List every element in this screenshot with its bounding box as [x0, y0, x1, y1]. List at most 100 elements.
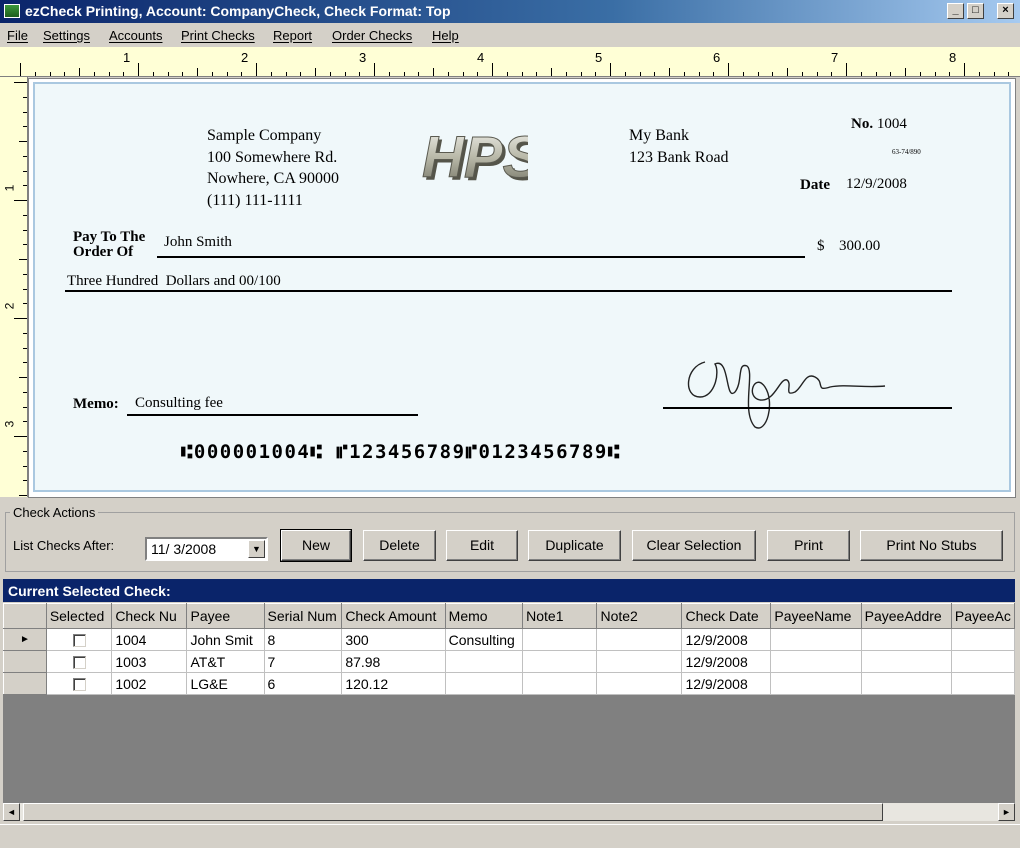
- check-actions-title: Check Actions: [10, 505, 99, 520]
- menu-order-checks[interactable]: Order Checks: [332, 28, 412, 43]
- cell-note1[interactable]: [522, 628, 598, 651]
- cell-payee-ac[interactable]: [951, 628, 1015, 651]
- duplicate-button[interactable]: Duplicate: [528, 530, 621, 561]
- company-street: 100 Somewhere Rd.: [207, 148, 338, 166]
- cell-date[interactable]: 12/9/2008: [681, 650, 772, 673]
- table-row[interactable]: 1003 AT&T 7 87.98 12/9/2008: [3, 650, 1015, 673]
- header-row: Selected Check Nu Payee Serial Num Check…: [3, 603, 1015, 629]
- column-header-selected[interactable]: Selected: [45, 603, 113, 629]
- edit-button[interactable]: Edit: [446, 530, 518, 561]
- ruler-tick: [14, 82, 27, 83]
- cell-payee-ac[interactable]: [951, 672, 1015, 695]
- scroll-right-icon[interactable]: ►: [998, 803, 1015, 821]
- cell-note2[interactable]: [596, 672, 683, 695]
- column-header-payee-ac[interactable]: PayeeAc: [950, 603, 1015, 629]
- row-indicator[interactable]: [3, 672, 47, 695]
- chevron-down-icon[interactable]: ▼: [248, 540, 265, 558]
- column-header-check-amount[interactable]: Check Amount: [341, 603, 446, 629]
- horizontal-scrollbar[interactable]: ◄ ►: [3, 803, 1015, 821]
- cell-check-num[interactable]: 1003: [111, 650, 188, 673]
- cell-payee-addr[interactable]: [861, 650, 952, 673]
- menu-print-checks[interactable]: Print Checks: [181, 28, 255, 43]
- row-select-checkbox[interactable]: [72, 656, 86, 670]
- cell-date[interactable]: 12/9/2008: [681, 628, 772, 651]
- row-indicator[interactable]: ►: [3, 628, 47, 651]
- ruler-tick: [49, 72, 51, 76]
- column-header-note2[interactable]: Note2: [596, 603, 683, 629]
- column-header-payee-addr[interactable]: PayeeAddre: [860, 603, 952, 629]
- column-header-serial-num[interactable]: Serial Num: [263, 603, 343, 629]
- cell-note1[interactable]: [522, 650, 598, 673]
- clear-selection-button[interactable]: Clear Selection: [632, 530, 756, 561]
- menu-file[interactable]: File: [7, 28, 28, 43]
- cell-payee-name[interactable]: [770, 628, 862, 651]
- ruler-tick: [374, 63, 375, 76]
- menu-accounts[interactable]: Accounts: [109, 28, 162, 43]
- table-row[interactable]: ► 1004 John Smit 8 300 Consulting 12/9/2…: [3, 628, 1015, 651]
- ruler-tick: [241, 72, 243, 76]
- cell-payee[interactable]: LG&E: [186, 672, 265, 695]
- cell-payee[interactable]: John Smit: [186, 628, 265, 651]
- cell-note2[interactable]: [596, 628, 683, 651]
- cell-memo[interactable]: Consulting: [445, 628, 524, 651]
- cell-payee-name[interactable]: [770, 650, 862, 673]
- cell-note2[interactable]: [596, 650, 683, 673]
- ruler-label: 8: [949, 50, 957, 65]
- ruler-tick: [860, 72, 862, 76]
- cell-memo[interactable]: [445, 672, 524, 695]
- company-logo: HPS HPS: [418, 121, 545, 194]
- scroll-thumb[interactable]: [23, 803, 883, 821]
- cell-memo[interactable]: [445, 650, 524, 673]
- cell-payee-name[interactable]: [770, 672, 862, 695]
- cell-check-num[interactable]: 1002: [111, 672, 188, 695]
- title-bar: ezCheck Printing, Account: CompanyCheck,…: [0, 0, 1020, 23]
- ruler-tick: [14, 318, 27, 319]
- row-select-checkbox[interactable]: [72, 634, 86, 648]
- print-no-stubs-button[interactable]: Print No Stubs: [860, 530, 1003, 561]
- ruler-tick: [64, 72, 66, 76]
- print-button[interactable]: Print: [767, 530, 850, 561]
- row-indicator[interactable]: [3, 650, 47, 673]
- column-header-payee-name[interactable]: PayeeName: [770, 603, 862, 629]
- cell-payee[interactable]: AT&T: [186, 650, 265, 673]
- ruler-tick: [890, 72, 892, 76]
- column-header-payee[interactable]: Payee: [186, 603, 265, 629]
- row-select-checkbox[interactable]: [72, 678, 86, 692]
- menu-help[interactable]: Help: [432, 28, 459, 43]
- cell-note1[interactable]: [522, 672, 598, 695]
- cell-amount[interactable]: 87.98: [341, 650, 446, 673]
- cell-serial[interactable]: 6: [264, 672, 343, 695]
- list-after-label: List Checks After:: [13, 538, 115, 553]
- cell-payee-ac[interactable]: [951, 650, 1015, 673]
- cell-amount[interactable]: 300: [341, 628, 446, 651]
- cell-check-num[interactable]: 1004: [111, 628, 188, 651]
- column-header-note1[interactable]: Note1: [522, 603, 598, 629]
- company-name: Sample Company: [207, 127, 322, 144]
- scroll-left-icon[interactable]: ◄: [3, 803, 20, 821]
- cell-payee-addr[interactable]: [861, 672, 952, 695]
- ruler-label: 5: [595, 50, 603, 65]
- column-header-check-num[interactable]: Check Nu: [111, 603, 188, 629]
- close-button[interactable]: ×: [997, 3, 1014, 19]
- list-after-date-picker[interactable]: 11/ 3/2008 ▼: [145, 537, 268, 561]
- ruler-label: 1: [123, 50, 131, 65]
- column-header-memo[interactable]: Memo: [444, 603, 524, 629]
- ruler-tick: [595, 72, 597, 76]
- cell-date[interactable]: 12/9/2008: [681, 672, 772, 695]
- cell-serial[interactable]: 8: [264, 628, 343, 651]
- new-button[interactable]: New: [280, 529, 352, 562]
- ruler-tick: [683, 72, 685, 76]
- cell-payee-addr[interactable]: [861, 628, 952, 651]
- table-row[interactable]: 1002 LG&E 6 120.12 12/9/2008: [3, 672, 1015, 695]
- column-header-check-date[interactable]: Check Date: [681, 603, 772, 629]
- cell-serial[interactable]: 7: [264, 650, 343, 673]
- bank-street: 123 Bank Road: [629, 148, 729, 166]
- minimize-button[interactable]: _: [947, 3, 964, 19]
- delete-button[interactable]: Delete: [363, 530, 436, 561]
- cell-amount[interactable]: 120.12: [341, 672, 446, 695]
- status-bar: [0, 824, 1020, 848]
- maximize-button[interactable]: □: [967, 3, 984, 19]
- menu-report[interactable]: Report: [273, 28, 312, 43]
- menu-settings[interactable]: Settings: [43, 28, 90, 43]
- check-number-value: 1004: [876, 116, 907, 132]
